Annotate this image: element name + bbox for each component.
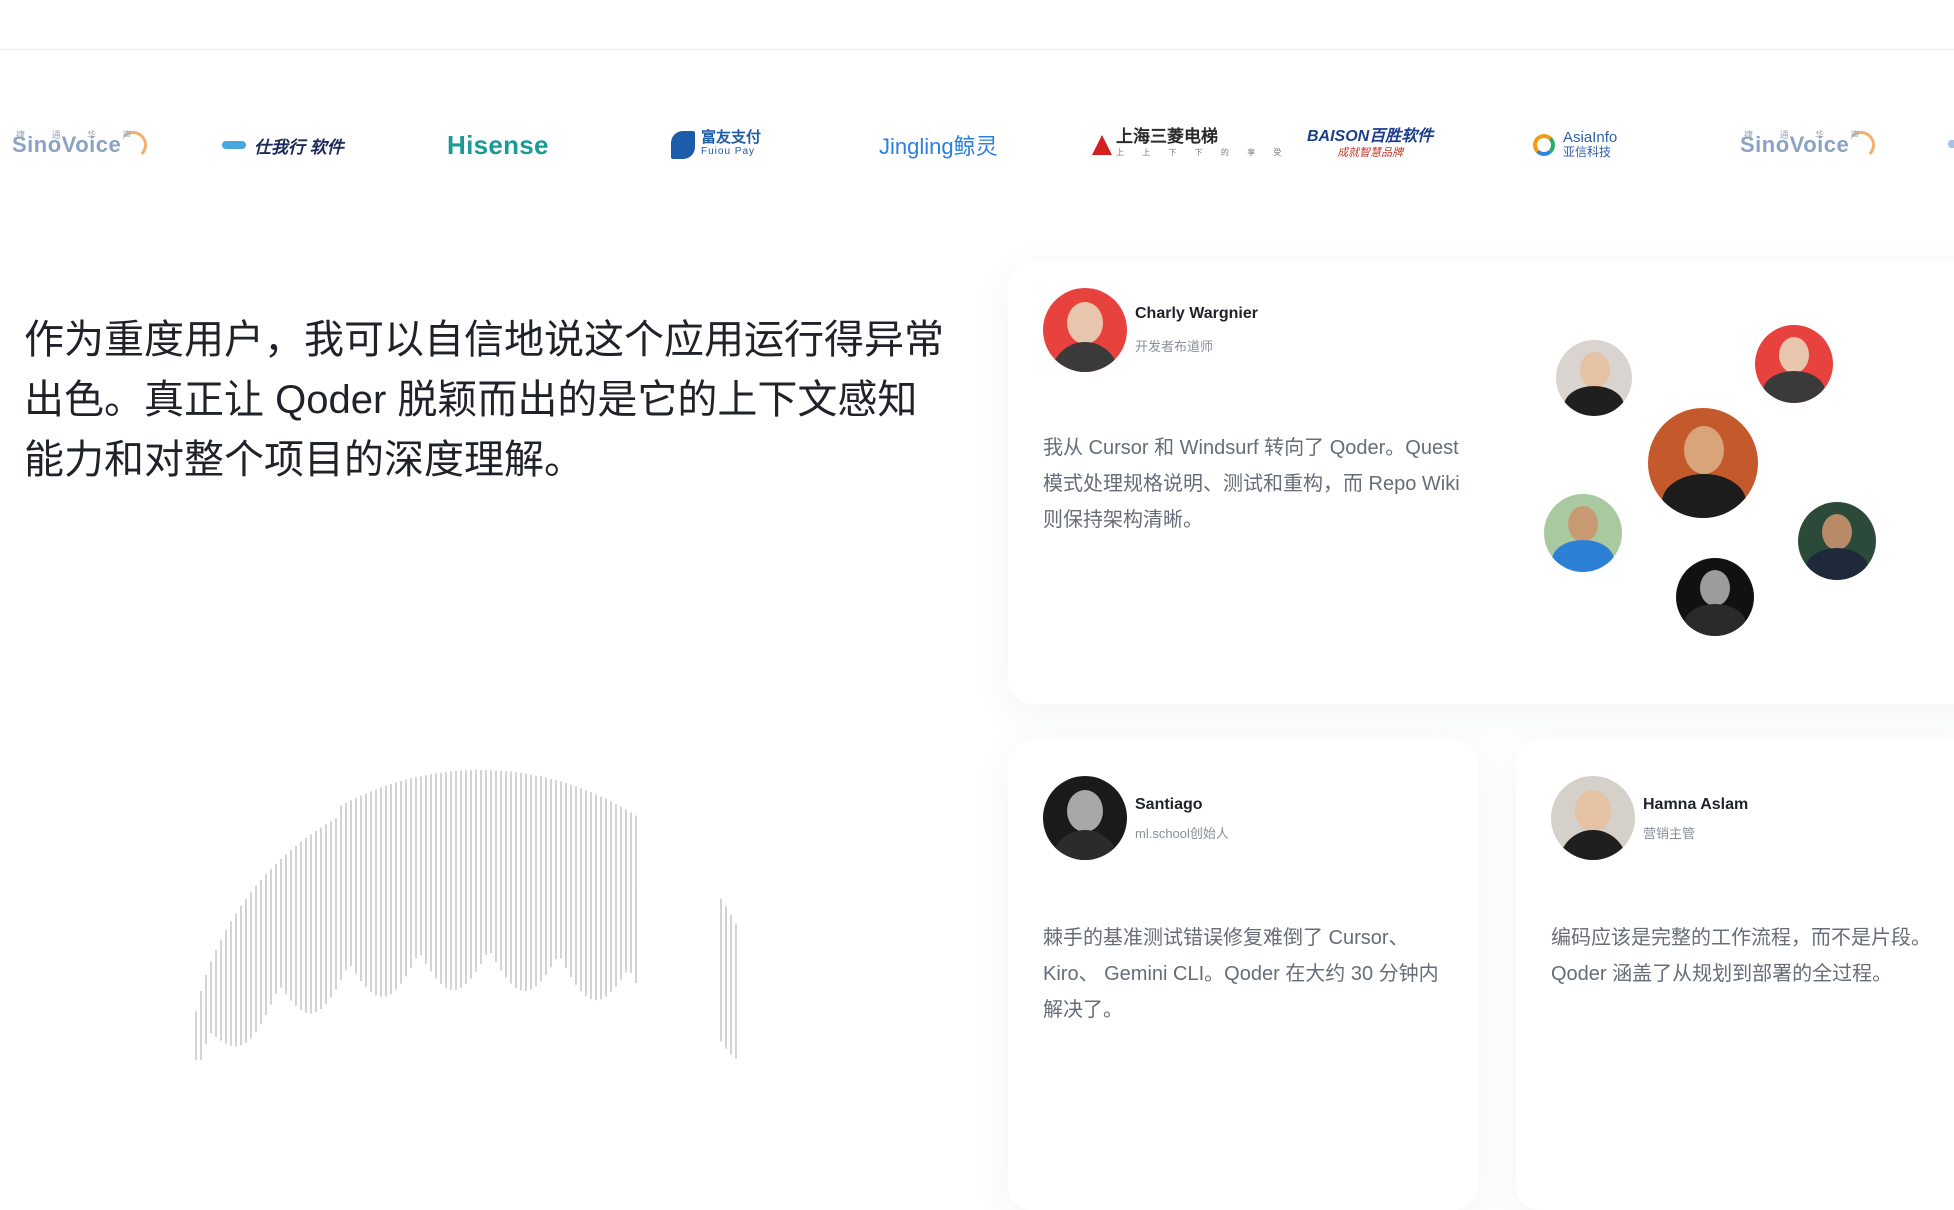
sinovoice-logo: 捷 通 华 声 SinoVoice bbox=[12, 110, 148, 180]
author-role: 营销主管 bbox=[1643, 826, 1696, 841]
testimonial-text: 编码应该是完整的工作流程，而不是片段。Qoder 涵盖了从规划到部署的全过程。 bbox=[1551, 927, 1931, 985]
top-navigation-bar bbox=[0, 0, 1954, 50]
asiainfo-ring-icon bbox=[1533, 134, 1555, 156]
avatar bbox=[1043, 288, 1127, 372]
avatar bbox=[1798, 502, 1876, 580]
testimonial-card-santiago: Santiago ml.school创始人 棘手的基准测试错误修复难倒了 Cur… bbox=[1008, 740, 1478, 1210]
featured-testimonial-quote: 作为重度用户，我可以自信地说这个应用运行得异常出色。真正让 Qoder 脱颖而出… bbox=[24, 318, 944, 482]
author-role: ml.school创始人 bbox=[1135, 826, 1229, 841]
author-role: 开发者布道师 bbox=[1135, 339, 1214, 354]
baison-logo: BAISON百胜软件 成就智慧品牌 bbox=[1307, 128, 1434, 159]
author-name: Charly Wargnier bbox=[1135, 305, 1258, 322]
avatar bbox=[1556, 340, 1632, 416]
cloud-icon bbox=[222, 141, 246, 149]
testimonial-text: 我从 Cursor 和 Windsurf 转向了 Qoder。Quest 模式处… bbox=[1043, 437, 1460, 531]
fuiou-mark-icon bbox=[671, 131, 695, 159]
shanghai-mitsubishi-logo: 上海三菱电梯 上 上 下 下 的 享 受 bbox=[1092, 110, 1289, 180]
avatar bbox=[1676, 558, 1754, 636]
partial-logo-edge bbox=[1948, 140, 1954, 148]
jingling-logo: Jingling鲸灵 bbox=[879, 134, 998, 159]
avatar bbox=[1755, 325, 1833, 403]
hisense-logo: Hisense bbox=[447, 129, 549, 160]
testimonial-card-hamna: Hamna Aslam 营销主管 编码应该是完整的工作流程，而不是片段。Qode… bbox=[1516, 740, 1954, 1210]
shixing-logo: 仕我行 软件 bbox=[222, 110, 344, 180]
fuiou-pay-logo: 富友支付 Fuiou Pay bbox=[671, 110, 761, 180]
author-name: Hamna Aslam bbox=[1643, 796, 1749, 813]
testimonial-card-charly: Charly Wargnier 开发者布道师 我从 Cursor 和 Winds… bbox=[1008, 262, 1954, 704]
avatar bbox=[1043, 776, 1127, 860]
globe-decoration bbox=[195, 770, 737, 1060]
author-name: Santiago bbox=[1135, 796, 1203, 813]
asiainfo-logo: AsiaInfo 亚信科技 bbox=[1533, 110, 1617, 180]
customer-logos-strip: 捷 通 华 声 SinoVoice 仕我行 软件 Hisense 富友支付 Fu… bbox=[0, 110, 1954, 180]
avatar bbox=[1648, 408, 1758, 518]
sinovoice-logo-repeat: 捷 通 华 声 SinoVoice bbox=[1740, 110, 1876, 180]
mitsubishi-mark-icon bbox=[1092, 135, 1112, 155]
avatar bbox=[1551, 776, 1635, 860]
avatar bbox=[1544, 494, 1622, 572]
testimonial-text: 棘手的基准测试错误修复难倒了 Cursor、Kiro、 Gemini CLI。Q… bbox=[1043, 927, 1439, 1021]
